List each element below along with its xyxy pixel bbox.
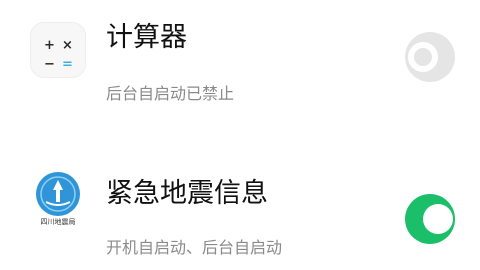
calculator-symbols: + × − = (31, 23, 85, 77)
app-row-calculator[interactable]: + × − = 计算器 后台自启动已禁止 (0, 0, 480, 120)
app-autostart-list: + × − = 计算器 后台自启动已禁止 四川地震局 紧急地震信息 开机自启动、… (0, 0, 480, 270)
quake-logo-circle (36, 172, 80, 216)
quake-icon-caption: 四川地震局 (40, 218, 76, 226)
quake-logo-icon (40, 176, 76, 212)
app-name: 计算器 (106, 22, 187, 53)
toggle-knob (423, 204, 453, 234)
app-name: 紧急地震信息 (106, 178, 268, 209)
app-status: 后台自启动已禁止 (106, 84, 235, 103)
plus-sign: + (44, 38, 55, 53)
calculator-icon: + × − = (30, 22, 86, 78)
autostart-toggle[interactable] (405, 32, 455, 82)
toggle-knob (408, 42, 438, 72)
earthquake-alert-icon: 四川地震局 (30, 170, 86, 226)
app-row-earthquake-alert[interactable]: 四川地震局 紧急地震信息 开机自启动、后台自启动 (0, 148, 480, 268)
minus-sign: − (44, 57, 55, 72)
autostart-toggle[interactable] (405, 194, 455, 244)
equals-sign: = (62, 57, 73, 72)
app-status: 开机自启动、后台自启动 (106, 238, 283, 257)
times-sign: × (62, 38, 73, 53)
